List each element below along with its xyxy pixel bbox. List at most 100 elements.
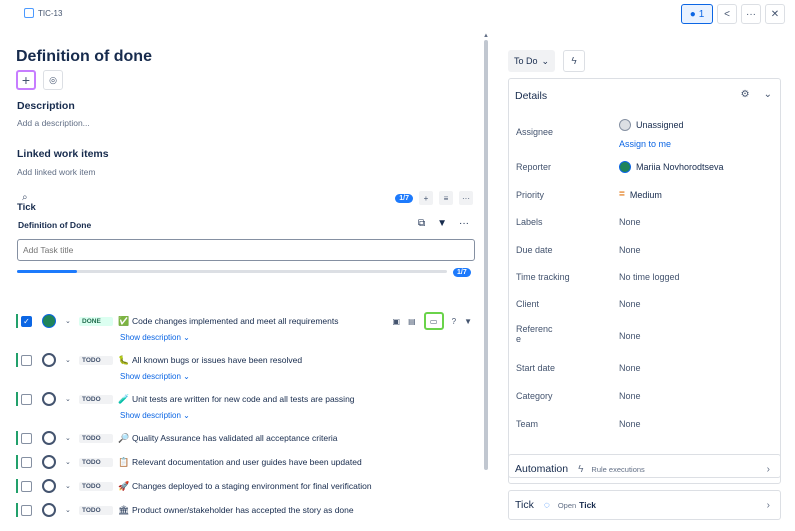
task-checkbox[interactable] bbox=[21, 504, 32, 516]
time-tracking-label: Time tracking bbox=[516, 272, 570, 282]
drag-handle[interactable] bbox=[16, 353, 18, 367]
status-badge[interactable]: TODO bbox=[79, 433, 113, 443]
apps-icon: ◎ bbox=[49, 74, 57, 85]
tick-open-label: Open bbox=[557, 500, 577, 510]
avatar[interactable] bbox=[42, 353, 56, 367]
status-badge[interactable]: DONE bbox=[79, 316, 113, 326]
filter-button[interactable]: ≡ bbox=[439, 191, 453, 205]
linked-field[interactable]: Add linked work item bbox=[17, 167, 95, 177]
copy-icon[interactable]: ⧉ bbox=[418, 218, 425, 229]
status-badge[interactable]: TODO bbox=[79, 505, 113, 515]
reference-value[interactable]: None bbox=[619, 331, 641, 341]
gear-icon[interactable]: ⚙ bbox=[741, 89, 750, 100]
task-title[interactable]: Relevant documentation and user guides h… bbox=[132, 457, 362, 467]
chevron-down-icon[interactable]: ⌄ bbox=[764, 89, 772, 100]
task-title[interactable]: Unit tests are written for new code and … bbox=[132, 394, 355, 404]
drag-handle[interactable] bbox=[16, 314, 18, 328]
add-checklist-button[interactable]: + bbox=[419, 191, 433, 205]
avatar[interactable] bbox=[42, 455, 56, 469]
calendar-icon[interactable]: ▣ bbox=[393, 317, 401, 326]
task-checkbox[interactable] bbox=[21, 480, 32, 492]
chevron-down-icon[interactable]: ⌄ bbox=[65, 395, 73, 403]
assign-to-me-link[interactable]: Assign to me bbox=[619, 139, 671, 149]
task-title[interactable]: Changes deployed to a staging environmen… bbox=[132, 481, 372, 491]
more-actions-button[interactable]: ··· bbox=[741, 4, 761, 24]
issue-key-link[interactable]: TIC-13 bbox=[24, 8, 62, 18]
search-icon[interactable]: ⌕ bbox=[22, 192, 28, 203]
scroll-up-icon[interactable]: ▲ bbox=[483, 33, 489, 39]
comment-icon[interactable]: ▤ bbox=[408, 317, 416, 326]
automation-button[interactable]: ϟ bbox=[563, 50, 585, 72]
start-date-value[interactable]: None bbox=[619, 363, 641, 373]
chevron-down-icon[interactable]: ⌄ bbox=[65, 434, 73, 442]
task-checkbox[interactable] bbox=[21, 354, 32, 366]
task-checkbox[interactable] bbox=[21, 393, 32, 405]
chevron-down-icon[interactable]: ⌄ bbox=[65, 356, 73, 364]
progress-fill bbox=[17, 270, 78, 273]
task-title[interactable]: Code changes implemented and meet all re… bbox=[132, 316, 338, 326]
description-field[interactable]: Add a description... bbox=[17, 118, 90, 128]
due-date-value[interactable]: None bbox=[619, 245, 641, 255]
status-badge[interactable]: TODO bbox=[79, 481, 113, 491]
labels-value[interactable]: None bbox=[619, 217, 641, 227]
drag-handle[interactable] bbox=[16, 455, 18, 469]
avatar[interactable] bbox=[42, 479, 56, 493]
show-description-link[interactable]: Show description ⌄ bbox=[120, 411, 190, 420]
client-value[interactable]: None bbox=[619, 299, 641, 309]
more-icon[interactable]: ··· bbox=[459, 218, 469, 229]
assignee-value[interactable]: Unassigned bbox=[619, 119, 684, 131]
watch-button[interactable]: ● 1 bbox=[681, 4, 713, 24]
help-icon[interactable]: ? bbox=[452, 317, 456, 326]
attach-icon[interactable]: ▭ bbox=[423, 312, 444, 330]
task-checkbox[interactable]: ✓ bbox=[21, 315, 32, 327]
delete-icon[interactable]: ▼ bbox=[437, 218, 447, 229]
status-label: To Do bbox=[514, 56, 538, 66]
share-button[interactable]: < bbox=[717, 4, 737, 24]
chevron-down-icon[interactable]: ⌄ bbox=[65, 506, 73, 514]
avatar[interactable] bbox=[42, 314, 56, 328]
chevron-down-icon[interactable]: ⌄ bbox=[65, 458, 73, 466]
assignee-label: Assignee bbox=[516, 127, 554, 137]
avatar[interactable] bbox=[42, 392, 56, 406]
details-heading[interactable]: Details bbox=[515, 90, 547, 102]
tick-heading: Tick bbox=[17, 202, 36, 213]
automation-panel[interactable]: Automation ϟ Rule executions › bbox=[508, 454, 781, 484]
drag-handle[interactable] bbox=[16, 431, 18, 445]
add-button[interactable]: + bbox=[16, 70, 36, 90]
close-button[interactable]: ✕ bbox=[765, 4, 785, 24]
category-value[interactable]: None bbox=[619, 391, 641, 401]
add-task-input[interactable] bbox=[17, 239, 475, 261]
show-description-link[interactable]: Show description ⌄ bbox=[120, 333, 190, 342]
apps-button[interactable]: ◎ bbox=[43, 70, 63, 90]
team-value[interactable]: None bbox=[619, 419, 641, 429]
task-checkbox[interactable] bbox=[21, 456, 32, 468]
avatar[interactable] bbox=[42, 503, 56, 517]
drag-handle[interactable] bbox=[16, 392, 18, 406]
progress-badge: 1/7 bbox=[395, 193, 413, 203]
chevron-down-icon[interactable]: ⌄ bbox=[65, 482, 73, 490]
assignee-name: Unassigned bbox=[636, 120, 684, 130]
drag-handle[interactable] bbox=[16, 503, 18, 517]
status-badge[interactable]: TODO bbox=[79, 457, 113, 467]
scrollbar[interactable] bbox=[484, 40, 488, 470]
issue-title[interactable]: Definition of done bbox=[16, 48, 152, 66]
task-title[interactable]: Quality Assurance has validated all acce… bbox=[132, 433, 338, 443]
task-title[interactable]: All known bugs or issues have been resol… bbox=[132, 355, 302, 365]
status-badge[interactable]: TODO bbox=[79, 355, 113, 365]
status-dropdown[interactable]: To Do ⌄ bbox=[508, 50, 556, 72]
reporter-value[interactable]: Mariia Novhorodtseva bbox=[619, 161, 724, 173]
priority-value[interactable]: = Medium bbox=[619, 189, 662, 200]
status-badge[interactable]: TODO bbox=[79, 394, 113, 404]
task-title[interactable]: Product owner/stakeholder has accepted t… bbox=[132, 505, 354, 515]
chevron-down-icon[interactable]: ⌄ bbox=[65, 317, 73, 325]
show-description-link[interactable]: Show description ⌄ bbox=[120, 372, 190, 381]
avatar[interactable] bbox=[42, 431, 56, 445]
tick-toolbar: 1/7 + ≡ ··· bbox=[395, 191, 473, 205]
tick-more-button[interactable]: ··· bbox=[459, 191, 473, 205]
delete-icon[interactable]: ▼ bbox=[464, 317, 472, 326]
reference-label-line1: Referenc bbox=[516, 324, 553, 334]
task-checkbox[interactable] bbox=[21, 432, 32, 444]
drag-handle[interactable] bbox=[16, 479, 18, 493]
tick-panel[interactable]: Tick ◌ Open Tick › bbox=[508, 490, 781, 520]
time-tracking-value[interactable]: No time logged bbox=[619, 272, 680, 282]
